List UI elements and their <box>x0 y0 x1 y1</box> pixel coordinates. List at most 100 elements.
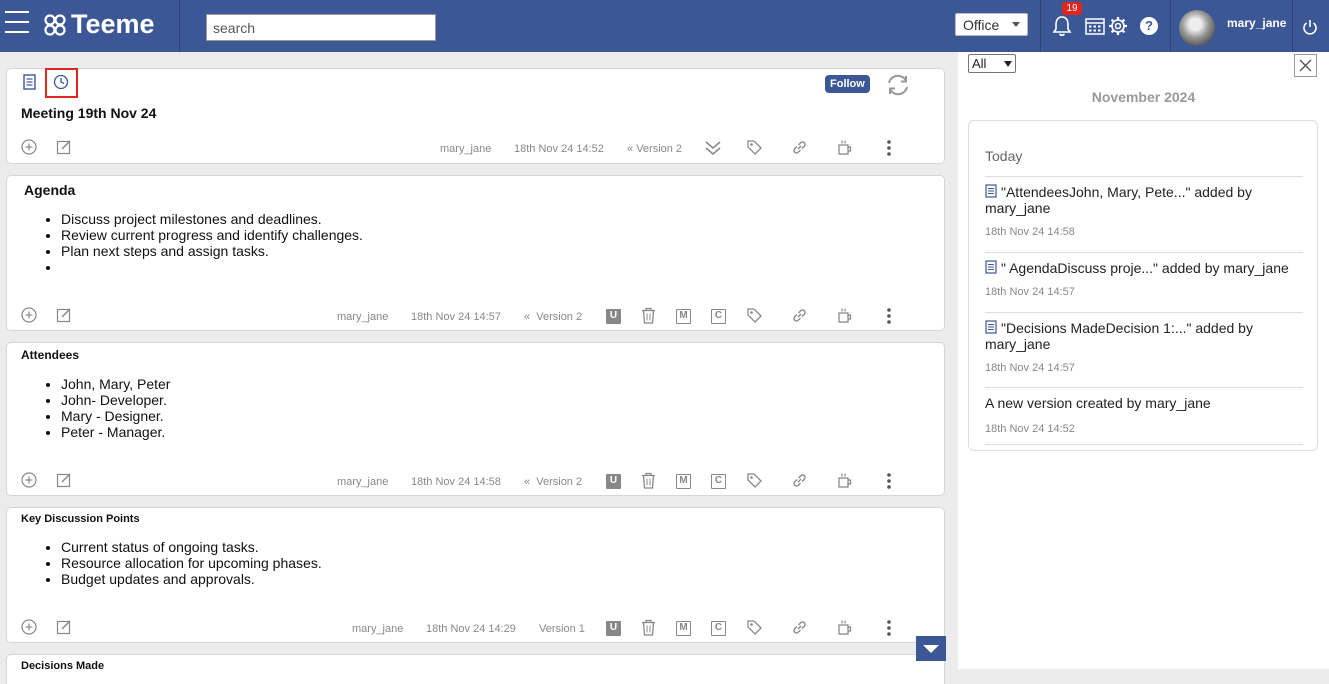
activity-text: "Decisions MadeDecision 1:..." added by … <box>985 320 1303 352</box>
link-icon[interactable] <box>791 139 808 156</box>
username-label[interactable]: mary_jane <box>1227 16 1286 30</box>
workspace-dropdown[interactable]: Office <box>955 13 1028 36</box>
timestamp-label: 18th Nov 24 14:29 <box>426 623 516 635</box>
version-label[interactable]: Version 1 <box>539 623 585 635</box>
top-bar: Teeme Office 19 ? mary_jane <box>0 0 1329 52</box>
close-icon <box>1299 59 1312 72</box>
avatar[interactable] <box>1179 10 1215 46</box>
activity-filter-select[interactable]: All <box>968 54 1016 73</box>
document-footer: mary_jane 18th Nov 24 14:52 « Version 2 <box>7 139 944 163</box>
filter-value: All <box>972 56 987 71</box>
activity-item[interactable]: "AttendeesJohn, Mary, Pete..." added by … <box>985 176 1303 240</box>
follow-button[interactable]: Follow <box>825 75 870 93</box>
badge-u-button[interactable]: U <box>606 621 621 636</box>
author-label: mary_jane <box>352 623 404 635</box>
author-label: mary_jane <box>337 476 389 488</box>
app-logo[interactable]: Teeme <box>43 9 155 40</box>
calendar-icon[interactable] <box>1085 17 1105 35</box>
badge-m-button[interactable]: M <box>676 309 691 324</box>
divider <box>179 0 180 52</box>
document-icon <box>985 260 997 274</box>
badge-m-button[interactable]: M <box>676 474 691 489</box>
version-link[interactable]: « Version 2 <box>524 311 582 323</box>
badge-u-button[interactable]: U <box>606 474 621 489</box>
tag-icon[interactable] <box>746 619 763 636</box>
activity-item[interactable]: " AgendaDiscuss proje..." added by mary_… <box>985 252 1303 300</box>
scroll-down-button[interactable] <box>916 636 946 661</box>
document-area: Meeting 19th Nov 24 Follow mary_jane 18t… <box>0 52 958 684</box>
hamburger-menu-icon[interactable] <box>5 11 31 37</box>
group-label: Today <box>985 148 1023 164</box>
section-footer: mary_jane 18th Nov 24 14:29 Version 1 U … <box>7 619 944 643</box>
version-label: Version 2 <box>636 143 683 155</box>
more-options-icon[interactable] <box>885 139 893 157</box>
workspace-label: Office <box>963 16 1000 33</box>
chevron-down-icon <box>1012 22 1020 27</box>
badge-c-button[interactable]: C <box>711 474 726 489</box>
section-title: Agenda <box>24 182 76 198</box>
coffee-icon[interactable] <box>837 619 853 636</box>
timestamp-label: 18th Nov 24 14:57 <box>411 311 501 323</box>
add-icon[interactable] <box>21 307 37 323</box>
author-label: mary_jane <box>337 311 389 323</box>
double-chevron-down-icon[interactable] <box>704 139 722 157</box>
app-name: Teeme <box>71 9 155 39</box>
activity-item[interactable]: "Decisions MadeDecision 1:..." added by … <box>985 312 1303 376</box>
activity-text-label: "Decisions MadeDecision 1:..." added by … <box>985 320 1253 352</box>
coffee-icon[interactable] <box>837 139 853 156</box>
close-panel-button[interactable] <box>1294 54 1317 77</box>
edit-icon[interactable] <box>56 472 72 488</box>
link-icon[interactable] <box>791 472 808 489</box>
notification-badge: 19 <box>1062 2 1082 15</box>
badge-m-button[interactable]: M <box>676 621 691 636</box>
section-footer: mary_jane 18th Nov 24 14:57 « Version 2 … <box>7 307 944 331</box>
document-icon <box>985 184 997 198</box>
list-item: Discuss project milestones and deadlines… <box>61 211 363 227</box>
badge-u-button[interactable]: U <box>606 309 621 324</box>
document-icon[interactable] <box>23 74 36 90</box>
activity-time: 18th Nov 24 14:57 <box>985 286 1075 298</box>
gear-icon[interactable] <box>1108 16 1128 36</box>
section-list: Discuss project milestones and deadlines… <box>61 211 363 275</box>
tag-icon[interactable] <box>746 139 763 156</box>
add-icon[interactable] <box>21 139 37 155</box>
section-card-decisions-made: Decisions Made <box>6 654 945 684</box>
edit-icon[interactable] <box>56 619 72 635</box>
trash-icon[interactable] <box>641 307 656 324</box>
power-icon[interactable] <box>1302 19 1318 36</box>
more-options-icon[interactable] <box>885 619 893 637</box>
more-options-icon[interactable] <box>885 307 893 325</box>
divider <box>1170 0 1171 52</box>
list-item: Review current progress and identify cha… <box>61 227 363 243</box>
add-icon[interactable] <box>21 472 37 488</box>
divider <box>1040 0 1041 52</box>
document-icon <box>985 320 997 334</box>
help-icon[interactable]: ? <box>1140 17 1158 35</box>
coffee-icon[interactable] <box>837 472 853 489</box>
search-input[interactable] <box>206 14 436 41</box>
coffee-icon[interactable] <box>837 307 853 324</box>
trash-icon[interactable] <box>641 619 656 636</box>
trash-icon[interactable] <box>641 472 656 489</box>
version-label: Version 2 <box>536 476 583 488</box>
version-link[interactable]: « Version 2 <box>524 476 582 488</box>
add-icon[interactable] <box>21 619 37 635</box>
tag-icon[interactable] <box>746 307 763 324</box>
activity-item[interactable]: A new version created by mary_jane 18th … <box>985 387 1303 445</box>
logo-icon <box>44 13 66 36</box>
edit-icon[interactable] <box>56 307 72 323</box>
tag-icon[interactable] <box>746 472 763 489</box>
link-icon[interactable] <box>791 619 808 636</box>
link-icon[interactable] <box>791 307 808 324</box>
badge-c-button[interactable]: C <box>711 309 726 324</box>
activity-time: 18th Nov 24 14:58 <box>985 226 1075 238</box>
edit-icon[interactable] <box>56 139 72 155</box>
more-options-icon[interactable] <box>885 472 893 490</box>
badge-c-button[interactable]: C <box>711 621 726 636</box>
bell-icon[interactable] <box>1052 15 1072 37</box>
activity-text-label: "AttendeesJohn, Mary, Pete..." added by … <box>985 184 1252 216</box>
document-header-card: Meeting 19th Nov 24 Follow mary_jane 18t… <box>6 68 945 164</box>
refresh-icon[interactable] <box>885 73 911 97</box>
version-link[interactable]: « Version 2 <box>627 143 682 155</box>
month-heading: November 2024 <box>1091 89 1196 105</box>
